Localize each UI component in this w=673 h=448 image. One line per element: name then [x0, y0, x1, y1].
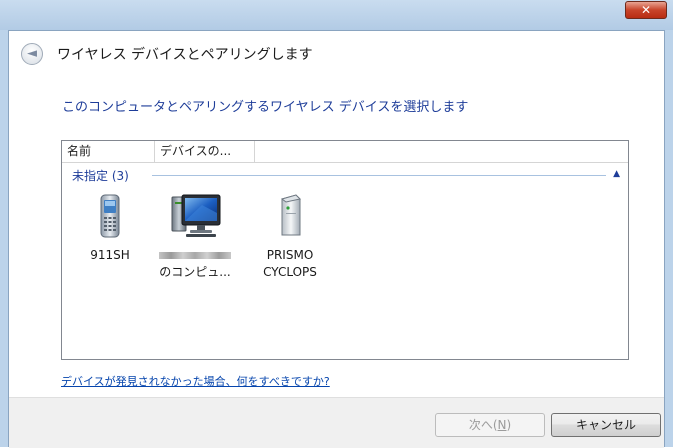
device-label: のコンピュ...: [155, 247, 235, 281]
title-bar: ✕: [0, 0, 673, 30]
device-item-computer[interactable]: のコンピュ...: [155, 193, 235, 281]
device-item-prismo[interactable]: PRISMO CYCLOPS: [250, 193, 330, 281]
back-arrow-icon: ◄: [27, 46, 37, 61]
help-link[interactable]: デバイスが発見されなかった場合、何をすべきですか?: [61, 373, 330, 389]
device-name-redacted: [155, 247, 235, 264]
back-button[interactable]: ◄: [21, 43, 43, 65]
close-icon: ✕: [640, 3, 652, 17]
group-divider: [152, 175, 606, 176]
column-header: 名前 デバイスの...: [62, 141, 628, 163]
redacted-name: [159, 252, 231, 259]
device-label: PRISMO CYCLOPS: [250, 247, 330, 281]
column-name[interactable]: 名前: [62, 141, 155, 162]
page-title: ワイヤレス デバイスとペアリングします: [57, 47, 313, 63]
device-list[interactable]: 名前 デバイスの... 未指定 (3) ▲ 911SH のコンピュ... PRI…: [61, 140, 629, 360]
device-item-911sh[interactable]: 911SH: [70, 193, 150, 264]
wizard-header: ◄ ワイヤレス デバイスとペアリングします: [9, 31, 664, 81]
group-unspecified[interactable]: 未指定 (3) ▲: [72, 167, 624, 184]
close-button[interactable]: ✕: [625, 1, 667, 19]
wizard-footer: 次へ(N) キャンセル: [9, 397, 664, 448]
mobile-phone-icon: [86, 193, 134, 239]
device-label: 911SH: [70, 247, 150, 264]
device-name: 911SH: [90, 248, 130, 262]
instruction-text: このコンピュータとペアリングするワイヤレス デバイスを選択します: [62, 100, 469, 115]
group-label: 未指定 (3): [72, 167, 133, 184]
generic-device-icon: [266, 193, 314, 239]
next-label-tail: ): [506, 418, 512, 432]
cancel-button[interactable]: キャンセル: [551, 413, 661, 437]
device-name: PRISMO: [266, 248, 314, 262]
device-name-line2: CYCLOPS: [263, 265, 317, 279]
next-button[interactable]: 次へ(N): [435, 413, 545, 437]
collapse-chevron-icon[interactable]: ▲: [613, 169, 620, 179]
device-name-suffix: のコンピュ...: [159, 265, 231, 279]
next-label: 次へ(: [468, 418, 498, 432]
computer-icon: [162, 193, 228, 239]
column-device-type[interactable]: デバイスの...: [155, 141, 255, 162]
